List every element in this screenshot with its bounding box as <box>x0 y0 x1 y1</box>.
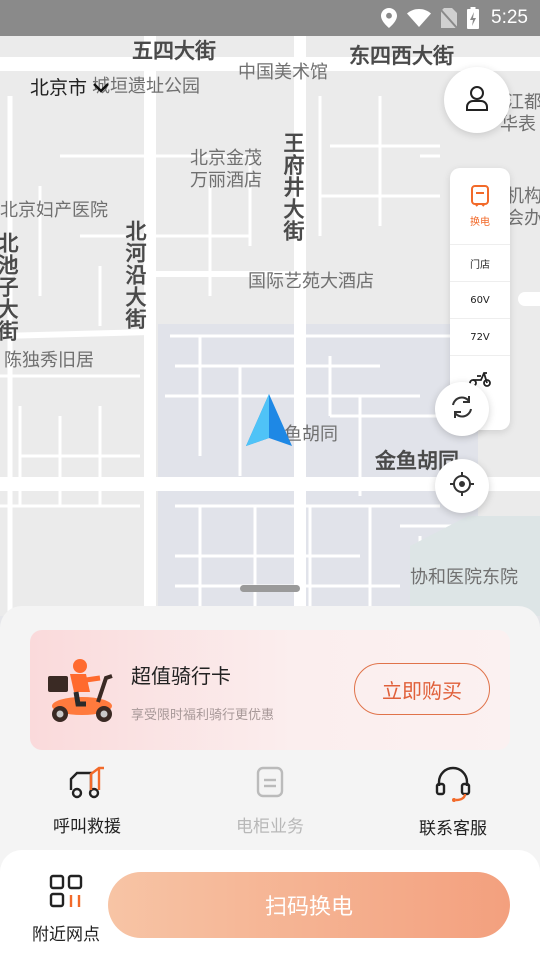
refresh-button[interactable] <box>435 382 489 436</box>
map-label: 北池子大街 <box>0 232 20 342</box>
battery-charging-icon <box>467 7 480 29</box>
filter-60v[interactable]: 60V <box>450 281 510 318</box>
drag-handle[interactable] <box>240 585 300 592</box>
refresh-icon <box>449 394 475 424</box>
locate-icon <box>449 471 475 501</box>
scan-to-swap-button[interactable]: 扫码换电 <box>108 872 510 938</box>
map-label: 东四西大街 <box>349 44 454 68</box>
city-selector[interactable]: 北京市 <box>30 73 109 100</box>
nearby-outlets-button[interactable]: 附近网点 <box>28 874 104 945</box>
cabinet-service-button[interactable]: 电柜业务 <box>200 766 340 837</box>
filter-swap[interactable]: 换电 <box>450 168 510 244</box>
cabinet-service-label: 电柜业务 <box>236 817 304 837</box>
customer-service-button[interactable]: 联系客服 <box>383 766 523 839</box>
promo-subtitle: 享受限时福利骑行更优惠 <box>131 708 275 723</box>
location-icon <box>381 8 398 28</box>
buy-now-button[interactable]: 立即购买 <box>354 663 490 715</box>
user-icon <box>465 85 489 115</box>
scooter-rider-illustration <box>46 658 118 728</box>
current-location-arrow-icon <box>244 392 294 454</box>
nearby-outlets-label: 附近网点 <box>32 925 100 945</box>
filter-store[interactable]: 门店 <box>450 244 510 281</box>
profile-button[interactable] <box>444 67 510 133</box>
promo-title: 超值骑行卡 <box>131 664 231 688</box>
wifi-icon <box>407 9 432 27</box>
map-label: 北河沿大街 <box>123 220 148 330</box>
map-label: 北京金茂 <box>190 148 262 169</box>
map-label: 协和医院东院 <box>410 567 518 588</box>
filter-swap-label: 换电 <box>470 216 490 228</box>
map-label: 王府井大街 <box>281 132 306 242</box>
map-label: 华表 <box>500 114 536 135</box>
customer-service-label: 联系客服 <box>419 819 487 839</box>
promo-card[interactable]: 超值骑行卡 享受限时福利骑行更优惠 立即购买 <box>30 630 510 750</box>
map-label: 万丽酒店 <box>190 170 262 191</box>
battery-cabinet-icon <box>470 184 490 210</box>
rescue-truck-icon <box>68 766 106 804</box>
call-rescue-button[interactable]: 呼叫救援 <box>17 766 157 837</box>
status-bar: 5:25 <box>0 0 540 36</box>
cabinet-icon <box>256 766 284 804</box>
map-label: 五四大街 <box>132 39 216 63</box>
chevron-down-icon <box>93 76 109 98</box>
headset-icon <box>434 766 472 806</box>
map-label: 江都 <box>506 92 540 113</box>
map-label: 中国美术馆 <box>238 62 328 83</box>
call-rescue-label: 呼叫救援 <box>53 817 121 837</box>
side-tab[interactable] <box>518 292 540 306</box>
city-name: 北京市 <box>30 77 88 99</box>
map-label: 陈独秀旧居 <box>4 350 94 371</box>
map-label: 机构编 <box>506 186 540 207</box>
map-label: 会办公 <box>506 208 540 229</box>
map-label: 北京妇产医院 <box>0 200 108 221</box>
no-sim-icon <box>441 8 458 28</box>
grid-icon <box>49 874 83 912</box>
map-label: 国际艺苑大酒店 <box>248 271 374 292</box>
locate-button[interactable] <box>435 459 489 513</box>
filter-72v[interactable]: 72V <box>450 318 510 355</box>
status-time: 5:25 <box>491 7 528 28</box>
